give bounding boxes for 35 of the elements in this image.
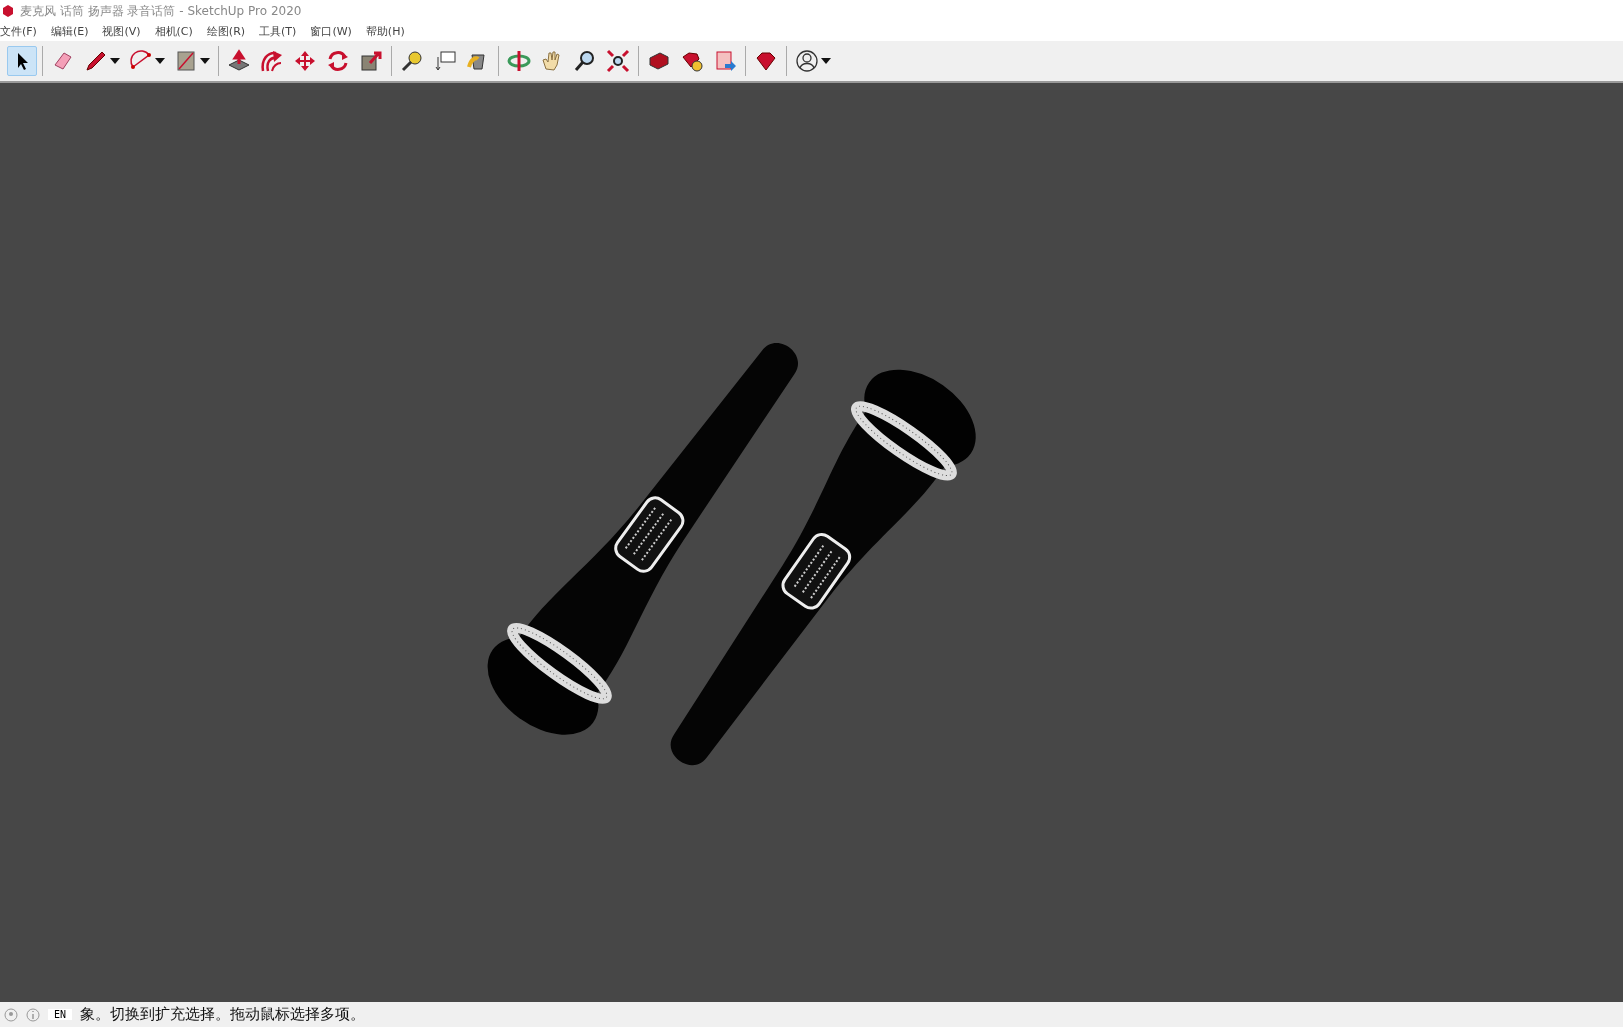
- input-method-indicator: EN: [48, 1009, 73, 1020]
- ruby-icon: [754, 49, 778, 73]
- window-title: 麦克风 话筒 扬声器 录音话筒 - SketchUp Pro 2020: [20, 2, 302, 20]
- caret-icon: [110, 58, 120, 64]
- menu-item[interactable]: 文件(F): [0, 24, 37, 39]
- menu-item[interactable]: 窗口(W): [310, 24, 352, 39]
- info-icon: [26, 1007, 40, 1022]
- menu-item[interactable]: 相机(C): [154, 24, 193, 39]
- magnifier-icon: [573, 49, 597, 73]
- caret-icon: [200, 58, 210, 64]
- rectangle-icon: [174, 49, 198, 73]
- rotate-icon: [326, 49, 350, 73]
- move-icon: [293, 49, 317, 73]
- tool-button[interactable]: [7, 46, 37, 76]
- push-pull-icon: [227, 49, 251, 73]
- pencil-icon: [84, 49, 108, 73]
- text-label-icon: [433, 49, 457, 73]
- menu-item[interactable]: 工具(T): [259, 24, 297, 39]
- gem-icon: [680, 49, 704, 73]
- user-icon: [795, 49, 819, 73]
- document-icon: [713, 49, 737, 73]
- scale-icon: [359, 49, 383, 73]
- menu-item[interactable]: 帮助(H): [365, 24, 405, 39]
- status-message: 象。切换到扩充选择。拖动鼠标选择多项。: [80, 1005, 366, 1024]
- menu-item[interactable]: 绘图(R): [206, 24, 246, 39]
- caret-icon: [821, 58, 831, 64]
- orbit-icon: [507, 49, 531, 73]
- offset-icon: [260, 49, 284, 73]
- menu-item[interactable]: 视图(V): [102, 24, 141, 39]
- caret-icon: [155, 58, 165, 64]
- geo-location-icon: [4, 1007, 18, 1022]
- app-logo-icon: [2, 5, 14, 17]
- menu-item[interactable]: 编辑(E): [50, 24, 89, 39]
- zoom-extents-icon: [606, 49, 630, 73]
- tape-measure-icon: [400, 49, 424, 73]
